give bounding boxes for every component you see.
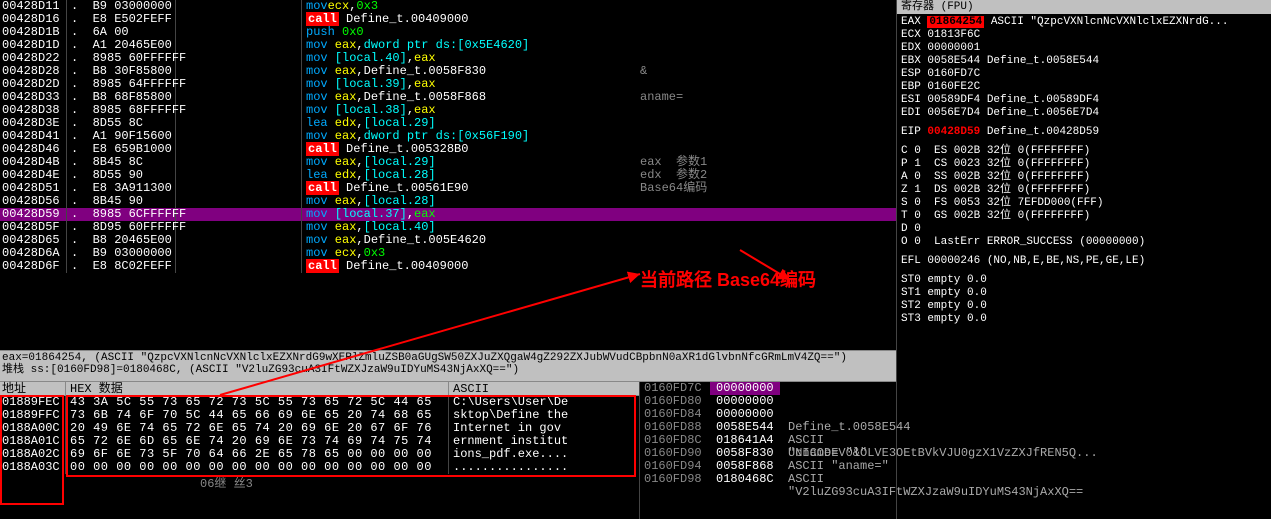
info-line2: 堆栈 ss:[0160FD98]=0180468C, (ASCII "V2luZ… [2,364,894,376]
hex-dump-panel[interactable]: 地址 HEX 数据 ASCII 01889FEC43 3A 5C 55 73 6… [0,382,640,519]
stack-row[interactable]: 0160FD8000000000 [640,395,1098,408]
stack-row[interactable]: 0160FD940058F868ASCII "aname=" [640,460,1098,473]
info-line1: eax=01864254, (ASCII "QzpcVXNlcnNcVXNlcl… [2,352,894,364]
disasm-row[interactable]: 00428D6F. E8 8C02FEFFcall Define_t.00409… [0,260,896,273]
disassembly-panel[interactable]: 00428D11. B9 03000000movecx,0x300428D16.… [0,0,896,350]
stack-row[interactable]: 0160FD980180468CASCII "V2luZG93cuA3IFtWZ… [640,473,1098,486]
stack-row[interactable]: 0160FD8C018641A4ASCII "cname=V0lOLVE3OEt… [640,434,1098,447]
stack-row[interactable]: 0160FD880058E544Define_t.0058E544 [640,421,1098,434]
registers-title: 寄存器 (FPU) [897,0,1271,14]
hex-footer: 06继 丝3 [0,474,639,491]
disasm-row[interactable]: 00428D16. E8 E502FEFFcall Define_t.00409… [0,13,896,26]
stack-panel[interactable]: 0160FD7C000000000160FD80000000000160FD84… [640,382,1098,519]
stack-row[interactable]: 0160FD7C00000000 [640,382,1098,395]
hex-header: 地址 HEX 数据 ASCII [0,382,639,396]
hex-hdr-ascii: ASCII [449,382,639,395]
info-bar: eax=01864254, (ASCII "QzpcVXNlcnNcVXNlcl… [0,350,896,382]
registers-panel[interactable]: EAX 01864254 ASCII "QzpcVXNlcnNcVXNlclxE… [897,14,1271,328]
hex-hdr-bytes: HEX 数据 [66,382,449,395]
hex-row[interactable]: 0188A03C00 00 00 00 00 00 00 00 00 00 00… [0,461,639,474]
hex-hdr-addr: 地址 [0,382,66,395]
